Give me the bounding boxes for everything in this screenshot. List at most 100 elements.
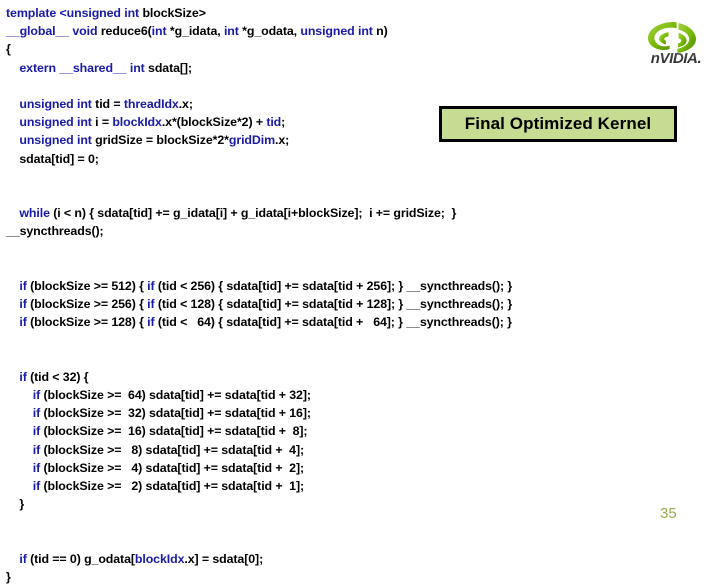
code-text: (tid < 32) { bbox=[30, 369, 89, 384]
code-text: (blockSize >= 512) { bbox=[30, 278, 148, 293]
code-keyword: int bbox=[223, 24, 243, 39]
code-text: ; bbox=[281, 115, 286, 130]
code-text: .x*(blockSize*2) + bbox=[161, 115, 267, 130]
code-line: if (blockSize >= 16) sdata[tid] += sdata… bbox=[6, 422, 718, 440]
code-line: __global__ void reduce6(int *g_idata, in… bbox=[6, 22, 718, 40]
code-keyword: if bbox=[32, 406, 44, 421]
code-line: { bbox=[6, 40, 718, 58]
code-line: __syncthreads(); bbox=[6, 222, 718, 240]
code-text: (blockSize >= 2) sdata[tid] += sdata[tid… bbox=[43, 478, 305, 493]
code-text: sdata[tid] = 0; bbox=[19, 151, 99, 166]
code-keyword: if bbox=[147, 297, 158, 311]
code-keyword: if bbox=[19, 278, 31, 293]
code-keyword: unsigned int bbox=[19, 133, 96, 148]
nvidia-logo: nVIDIA. bbox=[636, 18, 716, 66]
code-keyword: if bbox=[32, 387, 44, 402]
code-line: template <unsigned int blockSize> bbox=[6, 4, 718, 22]
code-text: (tid < 128) { sdata[tid] += sdata[tid + … bbox=[157, 297, 513, 311]
code-line: while (i < n) { sdata[tid] += g_idata[i]… bbox=[6, 204, 718, 222]
code-line: if (blockSize >= 8) sdata[tid] += sdata[… bbox=[6, 441, 718, 459]
code-line: if (blockSize >= 256) { if (tid < 128) {… bbox=[6, 295, 718, 313]
code-text: sdata[]; bbox=[148, 60, 192, 75]
code-keyword: unsigned int bbox=[19, 115, 96, 130]
code-keyword: unsigned int bbox=[19, 96, 96, 111]
code-text: n) bbox=[376, 24, 388, 39]
code-text: blockSize> bbox=[142, 6, 206, 20]
code-text: (tid == 0) g_odata[ bbox=[30, 551, 135, 566]
code-text: .x] = sdata[0]; bbox=[184, 551, 264, 566]
code-text: .x; bbox=[178, 96, 193, 111]
code-text: tid = bbox=[95, 96, 124, 111]
code-keyword: if bbox=[19, 315, 31, 330]
final-optimized-kernel-callout: Final Optimized Kernel bbox=[439, 106, 677, 142]
code-keyword: if bbox=[147, 278, 158, 293]
code-line: sdata[tid] = 0; bbox=[6, 150, 718, 168]
code-line: if (blockSize >= 4) sdata[tid] += sdata[… bbox=[6, 459, 718, 477]
code-keyword: tid bbox=[266, 115, 282, 130]
code-keyword: if bbox=[19, 297, 31, 311]
callout-label: Final Optimized Kernel bbox=[464, 114, 652, 133]
code-keyword: if bbox=[32, 478, 44, 493]
code-keyword: if bbox=[32, 460, 44, 475]
code-keyword: threadIdx bbox=[123, 96, 179, 111]
code-keyword: int bbox=[151, 24, 170, 39]
code-keyword: blockIdx bbox=[134, 551, 185, 566]
code-text: (blockSize >= 32) sdata[tid] += sdata[ti… bbox=[43, 406, 311, 421]
code-text: *g_odata, bbox=[242, 24, 301, 39]
code-listing: template <unsigned int blockSize> __globa… bbox=[6, 4, 718, 586]
code-keyword: blockIdx bbox=[112, 115, 162, 130]
code-keyword: extern __shared__ int bbox=[19, 60, 149, 75]
code-line: if (blockSize >= 32) sdata[tid] += sdata… bbox=[6, 404, 718, 422]
code-text: (blockSize >= 16) sdata[tid] += sdata[ti… bbox=[43, 424, 308, 439]
code-keyword: if bbox=[19, 551, 31, 566]
code-line: extern __shared__ int sdata[]; bbox=[6, 59, 718, 77]
code-text: (tid < 256) { sdata[tid] += sdata[tid + … bbox=[157, 278, 513, 293]
code-text: (blockSize >= 128) { bbox=[30, 315, 148, 330]
code-line: if (blockSize >= 64) sdata[tid] += sdata… bbox=[6, 386, 718, 404]
code-line: } bbox=[6, 568, 718, 586]
code-line: if (blockSize >= 128) { if (tid < 64) { … bbox=[6, 313, 718, 331]
code-keyword: if bbox=[147, 315, 158, 330]
code-text: __syncthreads(); bbox=[6, 224, 104, 239]
code-text: (i < n) { sdata[tid] += g_idata[i] + g_i… bbox=[53, 206, 457, 221]
page-number: 35 bbox=[660, 505, 677, 522]
code-keyword: if bbox=[32, 424, 44, 439]
slide-canvas: template <unsigned int blockSize> __globa… bbox=[0, 0, 720, 584]
code-keyword: __global__ void bbox=[6, 24, 101, 39]
code-text: i = bbox=[95, 115, 113, 130]
code-text: (tid < 64) { sdata[tid] += sdata[tid + 6… bbox=[157, 315, 512, 330]
code-text: } bbox=[19, 497, 25, 512]
code-keyword: if bbox=[32, 442, 44, 457]
code-text: } bbox=[6, 569, 11, 584]
code-line: if (tid < 32) { bbox=[6, 368, 718, 386]
code-line: if (tid == 0) g_odata[blockIdx.x] = sdat… bbox=[6, 550, 718, 568]
code-line: if (blockSize >= 2) sdata[tid] += sdata[… bbox=[6, 477, 718, 495]
code-keyword: if bbox=[19, 369, 31, 384]
code-line: if (blockSize >= 512) { if (tid < 256) {… bbox=[6, 277, 718, 295]
code-text: (blockSize >= 4) sdata[tid] += sdata[tid… bbox=[43, 460, 305, 475]
